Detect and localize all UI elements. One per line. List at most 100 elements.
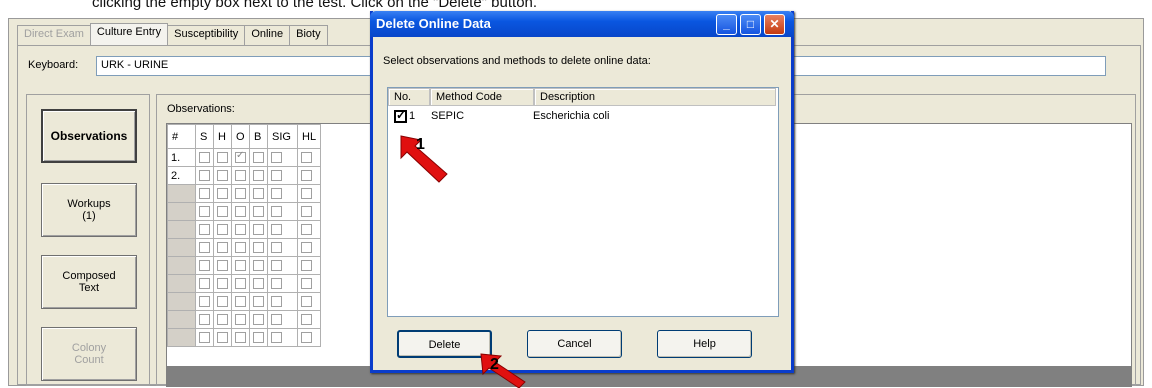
grid-checkbox[interactable] xyxy=(217,206,228,218)
grid-checkbox[interactable] xyxy=(301,332,312,344)
grid-checkbox[interactable] xyxy=(199,170,210,182)
grid-checkbox[interactable] xyxy=(199,152,210,164)
grid-checkbox[interactable] xyxy=(271,242,282,254)
grid-checkbox[interactable] xyxy=(271,260,282,272)
close-icon[interactable]: ✕ xyxy=(764,14,785,35)
help-button[interactable]: Help xyxy=(657,330,752,358)
grid-checkbox[interactable] xyxy=(271,296,282,308)
table-row[interactable] xyxy=(167,238,322,257)
grid-checkbox[interactable] xyxy=(199,242,210,254)
grid-checkbox[interactable] xyxy=(235,296,246,308)
grid-checkbox[interactable] xyxy=(253,242,264,254)
grid-checkbox[interactable] xyxy=(217,260,228,272)
grid-checkbox[interactable] xyxy=(235,206,246,218)
grid-checkbox[interactable] xyxy=(235,188,246,200)
grid-checkbox[interactable] xyxy=(199,296,210,308)
grid-checkbox[interactable] xyxy=(301,296,312,308)
tab-strip: Direct Exam Culture Entry Susceptibility… xyxy=(17,23,328,45)
table-row[interactable] xyxy=(167,274,322,293)
grid-checkbox[interactable] xyxy=(253,152,264,164)
grid-checkbox[interactable] xyxy=(235,332,246,344)
tab-culture-entry[interactable]: Culture Entry xyxy=(89,23,169,45)
grid-checkbox[interactable] xyxy=(271,170,282,182)
table-row[interactable] xyxy=(167,184,322,203)
grid-checkbox[interactable] xyxy=(217,224,228,236)
grid-checkbox[interactable] xyxy=(271,224,282,236)
grid-checkbox[interactable] xyxy=(301,242,312,254)
grid-checkbox[interactable] xyxy=(253,314,264,326)
row-checkbox[interactable] xyxy=(394,108,407,123)
grid-cell xyxy=(249,220,268,239)
grid-checkbox[interactable] xyxy=(217,242,228,254)
grid-checkbox[interactable] xyxy=(217,188,228,200)
grid-checkbox[interactable] xyxy=(301,206,312,218)
grid-checkbox[interactable] xyxy=(271,152,282,164)
grid-checkbox[interactable] xyxy=(235,278,246,290)
grid-checkbox[interactable] xyxy=(253,188,264,200)
method-row[interactable]: 1 SEPIC Escherichia coli xyxy=(388,108,729,124)
grid-checkbox[interactable] xyxy=(301,170,312,182)
grid-checkbox[interactable] xyxy=(199,278,210,290)
maximize-icon[interactable]: □ xyxy=(740,14,761,35)
grid-checkbox[interactable] xyxy=(199,314,210,326)
grid-checkbox[interactable] xyxy=(271,332,282,344)
grid-checkbox[interactable] xyxy=(235,314,246,326)
table-row[interactable]: 2. xyxy=(167,166,322,185)
grid-checkbox[interactable] xyxy=(217,314,228,326)
table-row[interactable] xyxy=(167,328,322,347)
grid-checkbox[interactable] xyxy=(301,188,312,200)
grid-checkbox[interactable] xyxy=(253,260,264,272)
workups-button[interactable]: Workups (1) xyxy=(41,183,137,237)
grid-checkbox[interactable] xyxy=(271,314,282,326)
grid-checkbox[interactable] xyxy=(199,332,210,344)
observations-button[interactable]: Observations xyxy=(41,109,137,163)
grid-checkbox[interactable] xyxy=(199,188,210,200)
grid-checkbox[interactable] xyxy=(217,278,228,290)
col-method-code[interactable]: Method Code xyxy=(430,88,534,106)
col-description[interactable]: Description xyxy=(534,88,776,106)
grid-checkbox[interactable] xyxy=(235,170,246,182)
grid-checkbox[interactable] xyxy=(271,278,282,290)
row-number xyxy=(167,328,196,347)
table-row[interactable] xyxy=(167,292,322,311)
table-row[interactable] xyxy=(167,202,322,221)
grid-checkbox[interactable] xyxy=(217,332,228,344)
grid-checkbox[interactable] xyxy=(217,170,228,182)
grid-checkbox[interactable] xyxy=(301,152,312,164)
grid-checkbox[interactable] xyxy=(301,314,312,326)
grid-checkbox[interactable] xyxy=(253,278,264,290)
table-row[interactable]: 1. xyxy=(167,148,322,167)
grid-checkbox[interactable] xyxy=(199,260,210,272)
grid-checkbox[interactable] xyxy=(235,242,246,254)
grid-checkbox[interactable] xyxy=(271,188,282,200)
composed-text-button[interactable]: Composed Text xyxy=(41,255,137,309)
table-row[interactable] xyxy=(167,220,322,239)
grid-checkbox[interactable] xyxy=(235,224,246,236)
tab-susceptibility[interactable]: Susceptibility xyxy=(167,25,246,45)
callout-2-label: 2 xyxy=(490,356,499,373)
grid-checkbox[interactable] xyxy=(235,150,246,164)
dialog-title-bar[interactable]: Delete Online Data _ □ ✕ xyxy=(370,11,794,37)
tab-online[interactable]: Online xyxy=(244,25,291,45)
col-no[interactable]: No. xyxy=(388,88,430,106)
grid-checkbox[interactable] xyxy=(301,224,312,236)
grid-checkbox[interactable] xyxy=(253,332,264,344)
method-list[interactable]: No. Method Code Description 1 SEPIC Esch… xyxy=(387,87,779,317)
grid-checkbox[interactable] xyxy=(253,170,264,182)
grid-checkbox[interactable] xyxy=(217,296,228,308)
grid-checkbox[interactable] xyxy=(253,296,264,308)
table-row[interactable] xyxy=(167,310,322,329)
grid-checkbox[interactable] xyxy=(301,260,312,272)
tab-bioty[interactable]: Bioty xyxy=(289,25,328,45)
grid-checkbox[interactable] xyxy=(199,206,210,218)
grid-checkbox[interactable] xyxy=(235,260,246,272)
minimize-icon[interactable]: _ xyxy=(716,14,737,35)
grid-cell xyxy=(195,184,214,203)
grid-checkbox[interactable] xyxy=(271,206,282,218)
grid-checkbox[interactable] xyxy=(217,152,228,164)
grid-checkbox[interactable] xyxy=(253,206,264,218)
grid-checkbox[interactable] xyxy=(301,278,312,290)
grid-checkbox[interactable] xyxy=(199,224,210,236)
grid-checkbox[interactable] xyxy=(253,224,264,236)
table-row[interactable] xyxy=(167,256,322,275)
